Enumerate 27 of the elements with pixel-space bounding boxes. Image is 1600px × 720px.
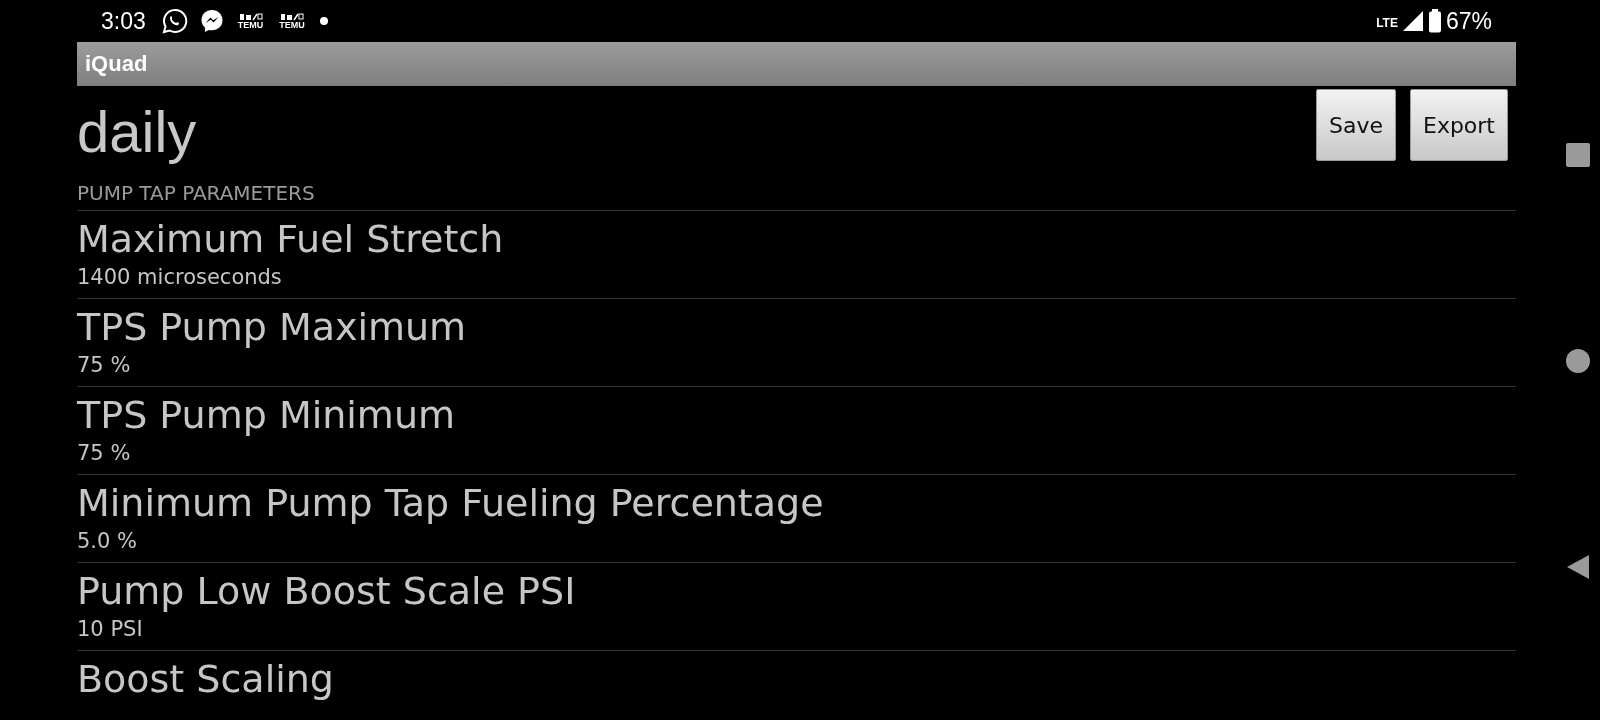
recents-icon[interactable] bbox=[1565, 142, 1591, 168]
network-type: LTE bbox=[1376, 15, 1398, 30]
profile-title: daily bbox=[77, 98, 197, 166]
setting-value: 10 PSI bbox=[77, 616, 143, 643]
chat-bubble-icon bbox=[161, 8, 188, 34]
setting-title[interactable]: Minimum Pump Tap Fueling Percentage bbox=[77, 479, 824, 527]
section-header: PUMP TAP PARAMETERS bbox=[77, 180, 1516, 211]
dot-icon bbox=[318, 16, 329, 26]
setting-value: 1400 microseconds bbox=[77, 264, 282, 291]
app-title-bar: iQuad bbox=[77, 42, 1516, 86]
signal-icon bbox=[1401, 10, 1424, 32]
setting-value: 75 % bbox=[77, 440, 131, 467]
action-button[interactable]: Save bbox=[1315, 89, 1396, 161]
battery-icon bbox=[1427, 9, 1442, 33]
battery-percent: 67% bbox=[1445, 7, 1492, 35]
home-icon[interactable] bbox=[1565, 348, 1591, 374]
setting-title[interactable]: TPS Pump Minimum bbox=[77, 391, 455, 439]
setting-title[interactable]: TPS Pump Maximum bbox=[77, 303, 467, 351]
setting-value: 75 % bbox=[77, 352, 131, 379]
chat-bubble-icon bbox=[199, 9, 224, 33]
back-icon[interactable] bbox=[1565, 554, 1591, 580]
setting-value: 5.0 % bbox=[77, 528, 138, 555]
setting-title[interactable]: Maximum Fuel Stretch bbox=[77, 215, 504, 263]
setting-title[interactable]: Boost Scaling bbox=[77, 655, 334, 703]
action-button[interactable]: Export bbox=[1410, 89, 1508, 161]
setting-title[interactable]: Pump Low Boost Scale PSI bbox=[77, 567, 576, 615]
clock-time: 3:03 bbox=[101, 7, 146, 35]
